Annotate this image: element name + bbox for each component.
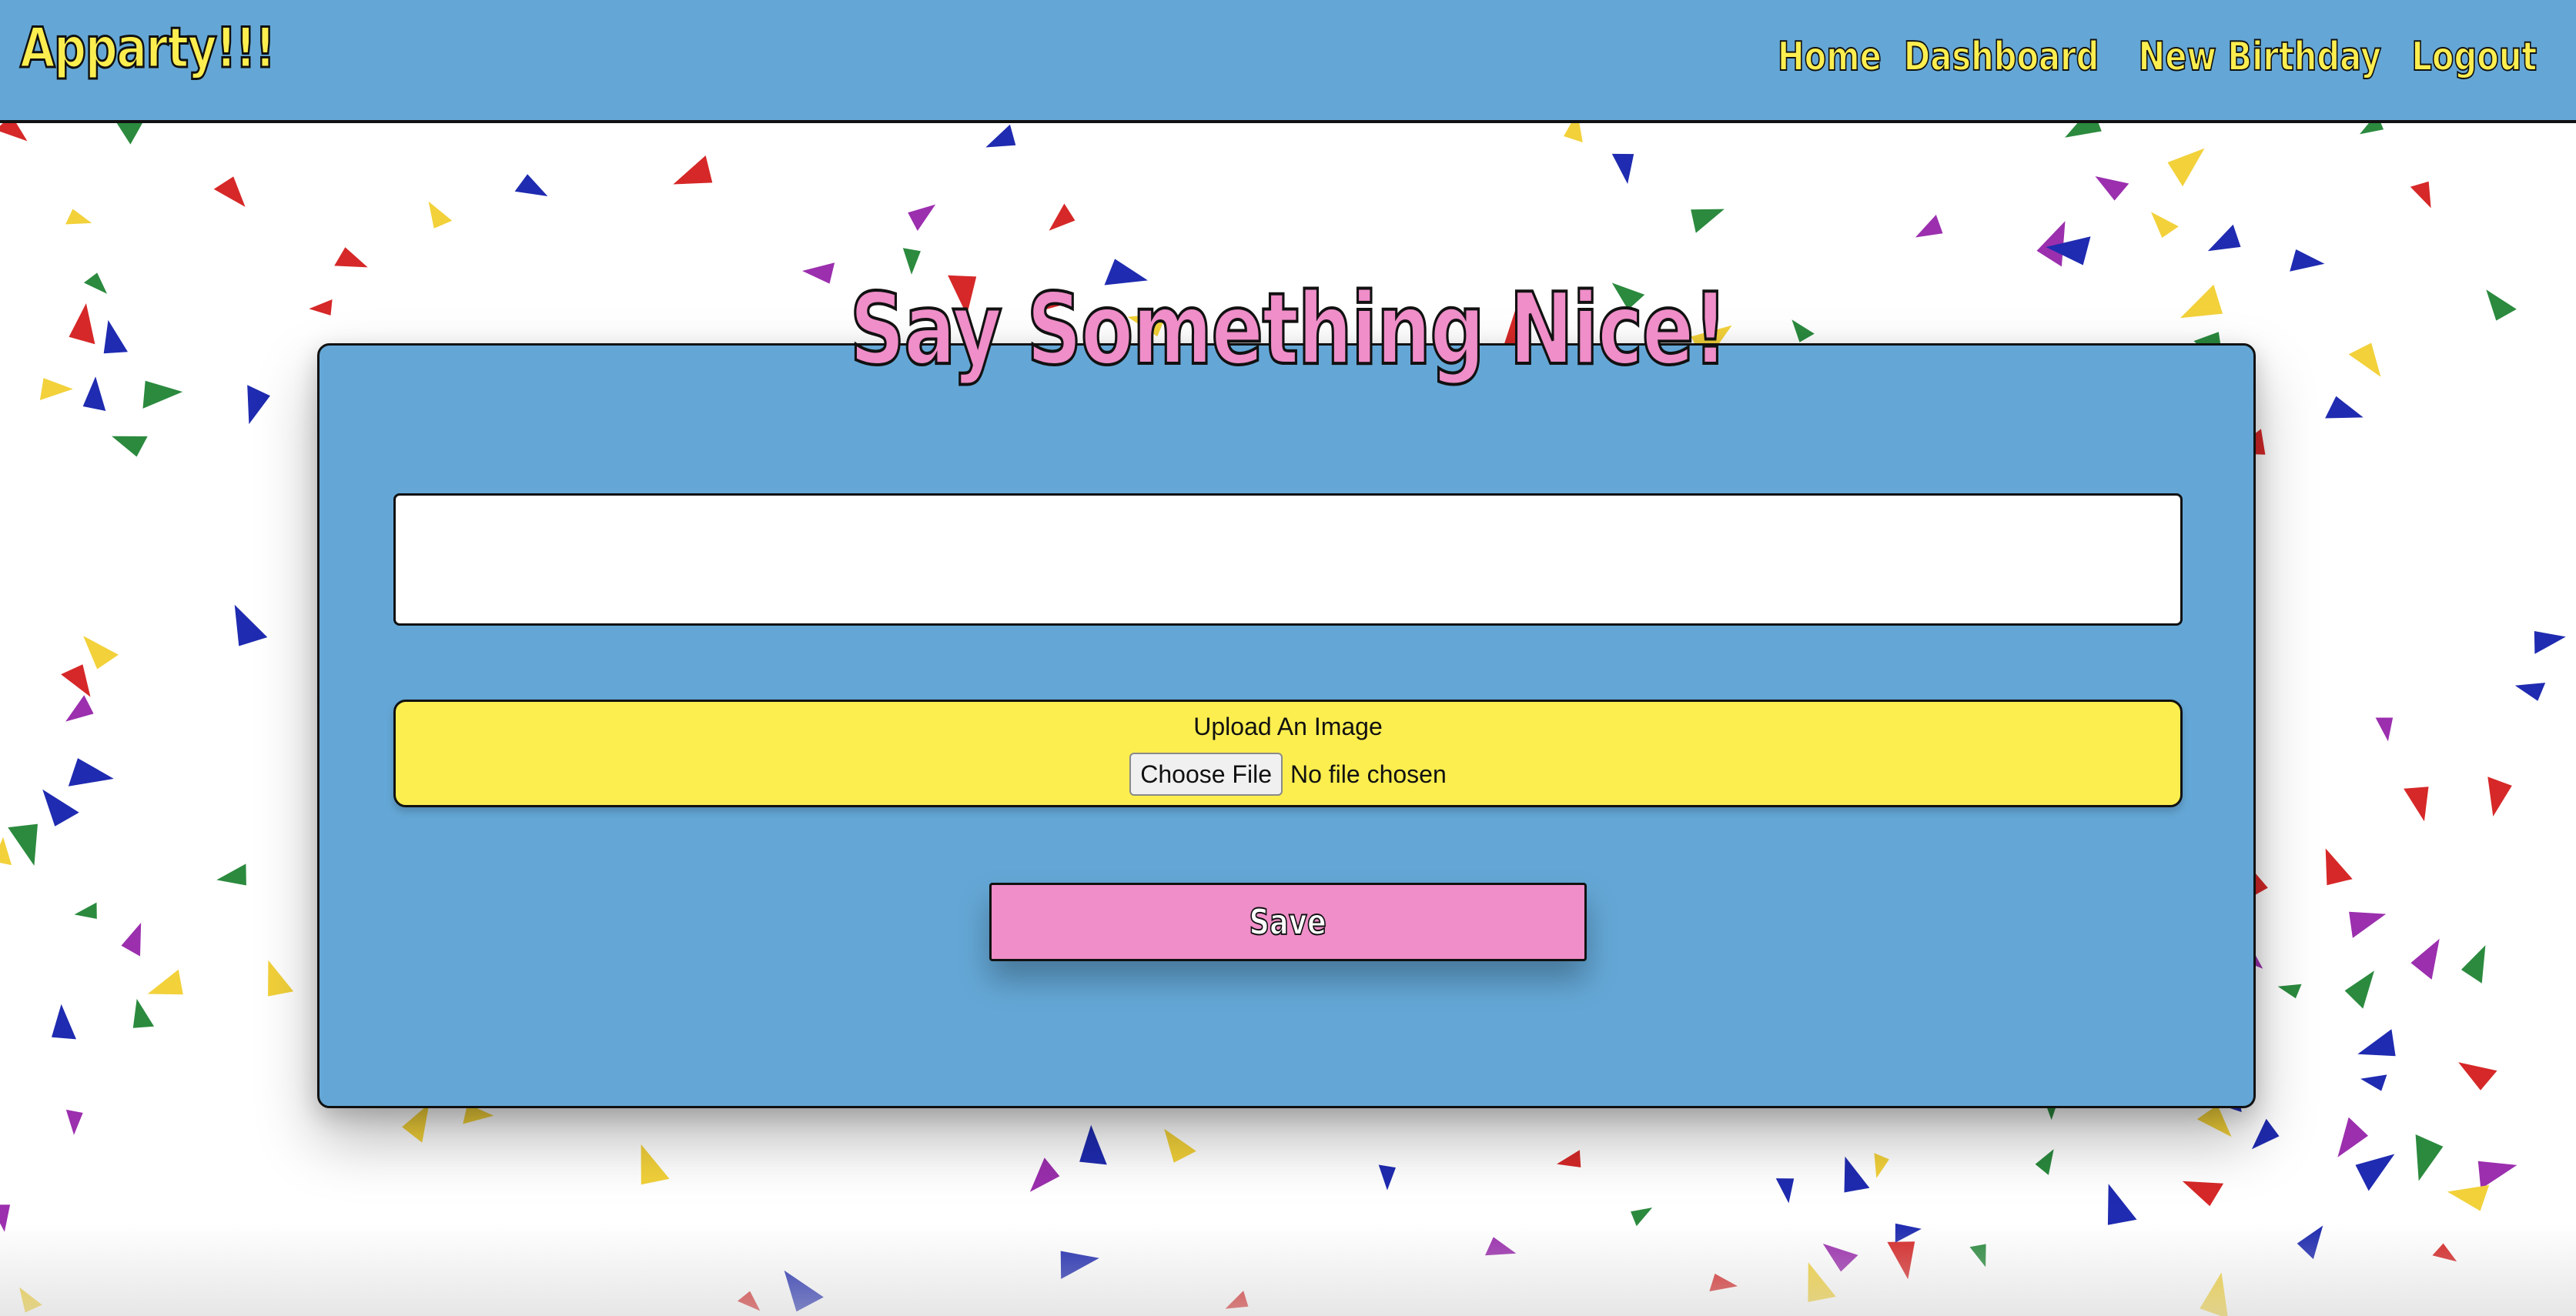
confetti-piece — [61, 664, 91, 697]
image-upload-box: Upload An Image Choose File No file chos… — [393, 700, 2183, 807]
confetti-piece — [216, 863, 246, 886]
confetti-piece — [2290, 249, 2325, 272]
confetti-piece — [234, 604, 268, 646]
confetti-piece — [2337, 1117, 2368, 1157]
confetti-piece — [8, 823, 38, 866]
confetti-piece — [2461, 945, 2486, 984]
confetti-piece — [147, 969, 183, 995]
confetti-piece — [2360, 1074, 2387, 1091]
confetti-piece — [2357, 1029, 2396, 1057]
page-title-text: Say Something Nice! — [848, 271, 1729, 389]
confetti-piece — [2344, 970, 2374, 1009]
confetti-piece — [213, 176, 246, 207]
confetti-piece — [52, 1004, 76, 1040]
confetti-piece — [65, 209, 92, 225]
confetti-piece — [641, 1144, 670, 1185]
confetti-piece — [1874, 1153, 1889, 1178]
brand-logo[interactable]: Apparty!!! — [19, 15, 276, 82]
confetti-piece — [132, 998, 155, 1028]
page: Apparty!!! Home Dashboard New Birthday L… — [0, 0, 2576, 1316]
confetti-piece — [0, 837, 12, 866]
confetti-piece — [68, 758, 114, 787]
confetti-piece — [1844, 1156, 1870, 1193]
confetti-piece — [2207, 224, 2241, 252]
confetti-piece — [2355, 1154, 2395, 1191]
message-form-card: Upload An Image Choose File No file chos… — [317, 343, 2256, 1108]
navbar: Apparty!!! Home Dashboard New Birthday L… — [0, 0, 2576, 123]
confetti-piece — [268, 960, 294, 997]
message-textarea[interactable] — [393, 493, 2183, 626]
confetti-piece — [2167, 148, 2205, 187]
confetti-piece — [902, 248, 921, 275]
confetti-piece — [2325, 396, 2364, 419]
confetti-piece — [2447, 1184, 2490, 1211]
upload-label: Upload An Image — [1193, 713, 1383, 740]
confetti-piece — [2277, 984, 2302, 999]
file-status-text: No file chosen — [1290, 760, 1447, 788]
confetti-piece — [2035, 1149, 2054, 1175]
confetti-piece — [112, 436, 148, 457]
page-title: Say Something Nice! — [0, 271, 2576, 389]
confetti-piece — [74, 902, 97, 919]
confetti-piece — [2349, 911, 2387, 938]
confetti-piece — [247, 385, 270, 425]
confetti-piece — [2404, 787, 2429, 822]
confetti-piece — [2477, 1161, 2517, 1189]
confetti-piece — [2182, 1181, 2224, 1207]
confetti-piece — [2415, 1134, 2444, 1181]
confetti-piece — [2251, 1118, 2280, 1150]
confetti-piece — [1049, 203, 1076, 231]
confetti-piece — [1611, 153, 1634, 184]
choose-file-button[interactable]: Choose File — [1129, 753, 1283, 796]
confetti-piece — [985, 124, 1016, 148]
confetti-piece — [1915, 215, 1943, 238]
bottom-haze — [0, 1224, 2576, 1316]
confetti-piece — [2487, 777, 2512, 817]
confetti-piece — [2196, 1104, 2232, 1137]
confetti-piece — [1029, 1157, 1060, 1192]
confetti-piece — [2375, 717, 2394, 742]
confetti-piece — [1691, 209, 1725, 233]
nav-link-dashboard[interactable]: Dashboard — [1903, 33, 2099, 81]
nav-link-new-birthday[interactable]: New Birthday — [2137, 33, 2381, 81]
file-input-row: Choose File No file chosen — [396, 753, 2180, 796]
nav-link-home[interactable]: Home — [1777, 33, 1882, 81]
nav-links: Home Dashboard New Birthday Logout — [1777, 33, 2553, 81]
confetti-piece — [1378, 1164, 1396, 1191]
confetti-piece — [2107, 1184, 2137, 1225]
confetti-piece — [2151, 212, 2179, 238]
confetti-piece — [428, 201, 453, 229]
confetti-piece — [2458, 1062, 2497, 1091]
confetti-piece — [908, 204, 936, 231]
confetti-piece — [83, 636, 119, 670]
confetti-piece — [1557, 1150, 1581, 1167]
confetti-piece — [402, 1104, 430, 1143]
confetti-piece — [2410, 181, 2431, 209]
confetti-piece — [673, 155, 713, 185]
confetti-piece — [2095, 176, 2129, 201]
confetti-piece — [2410, 938, 2440, 980]
confetti-piece — [334, 247, 368, 268]
save-button[interactable]: Save — [989, 883, 1587, 961]
confetti-piece — [65, 695, 94, 722]
confetti-piece — [1775, 1178, 1795, 1204]
confetti-piece — [65, 1109, 83, 1135]
confetti-piece — [1079, 1124, 1107, 1165]
confetti-piece — [2514, 683, 2546, 701]
confetti-piece — [2325, 848, 2353, 886]
nav-link-logout[interactable]: Logout — [2411, 33, 2538, 81]
confetti-piece — [42, 789, 79, 827]
save-button-label: Save — [1249, 900, 1327, 944]
confetti-piece — [514, 174, 548, 196]
confetti-piece — [121, 922, 142, 957]
confetti-piece — [1164, 1128, 1196, 1163]
confetti-piece — [2534, 631, 2566, 654]
